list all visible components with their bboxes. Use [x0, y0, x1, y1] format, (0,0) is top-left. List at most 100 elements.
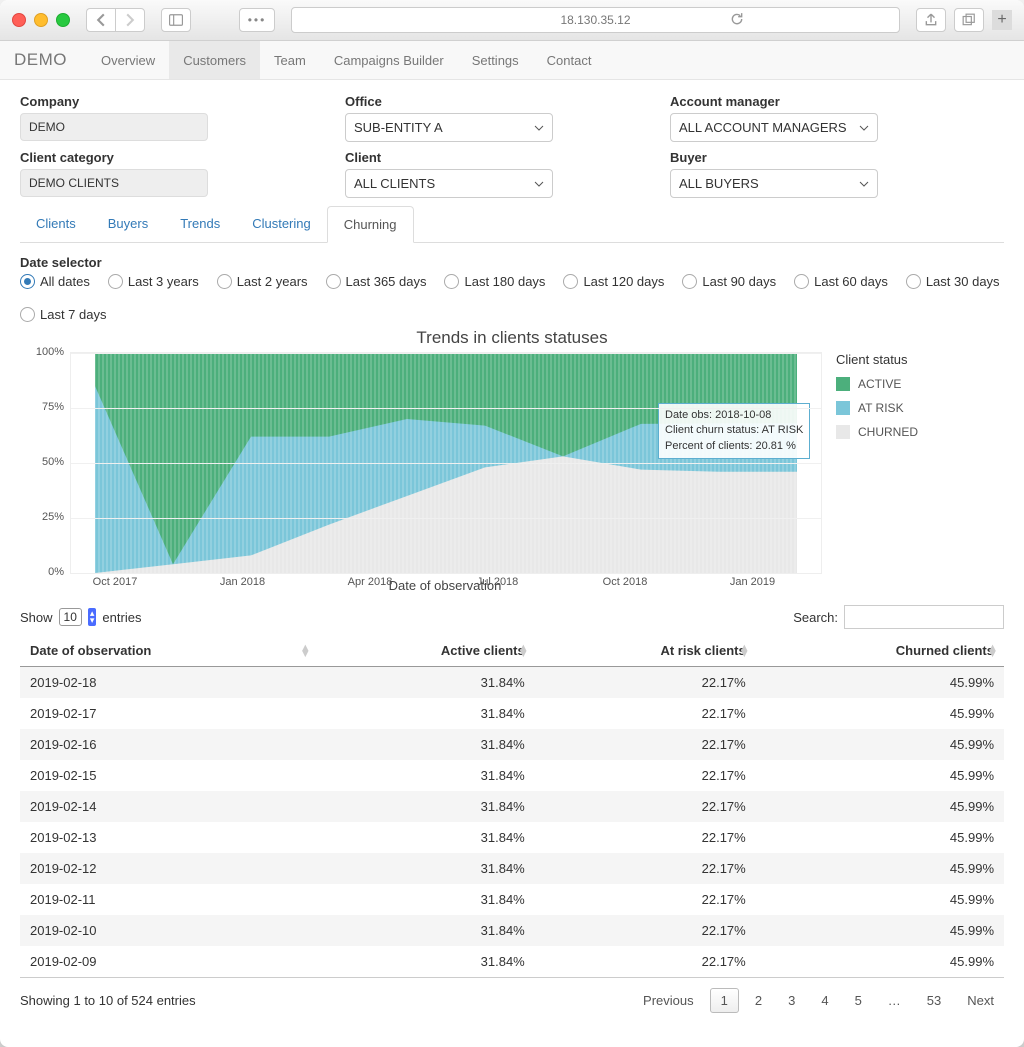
table-row: 2019-02-1631.84%22.17%45.99% — [20, 729, 1004, 760]
x-tick: Jul 2018 — [477, 576, 519, 588]
nav-customers[interactable]: Customers — [169, 41, 260, 79]
chevron-down-icon — [859, 179, 869, 189]
page-3[interactable]: 3 — [778, 989, 805, 1012]
radio-icon — [20, 307, 35, 322]
buyer-select[interactable]: ALL BUYERS — [670, 169, 878, 198]
page-next[interactable]: Next — [957, 989, 1004, 1012]
radio-icon — [563, 274, 578, 289]
window-controls — [12, 13, 70, 27]
acctmgr-select[interactable]: ALL ACCOUNT MANAGERS — [670, 113, 878, 142]
buyer-label: Buyer — [670, 150, 965, 165]
table-row: 2019-02-0931.84%22.17%45.99% — [20, 946, 1004, 977]
page-1[interactable]: 1 — [710, 988, 739, 1013]
radio-last-30-days[interactable]: Last 30 days — [906, 274, 1000, 289]
page-53[interactable]: 53 — [917, 989, 951, 1012]
col-date-of-observation[interactable]: Date of observation▲▼ — [20, 635, 317, 667]
pager: Previous12345…53Next — [633, 988, 1004, 1013]
page-5[interactable]: 5 — [845, 989, 872, 1012]
category-label: Client category — [20, 150, 315, 165]
chart-tooltip: Date obs: 2018-10-08 Client churn status… — [658, 403, 810, 459]
new-tab-button[interactable]: + — [992, 10, 1012, 30]
radio-last-7-days[interactable]: Last 7 days — [20, 307, 107, 322]
office-select[interactable]: SUB-ENTITY A — [345, 113, 553, 142]
reload-icon[interactable] — [730, 12, 744, 26]
radio-last-60-days[interactable]: Last 60 days — [794, 274, 888, 289]
data-table: Date of observation▲▼Active clients▲▼At … — [20, 635, 1004, 977]
radio-icon — [794, 274, 809, 289]
search-input[interactable] — [844, 605, 1004, 629]
tab-clients[interactable]: Clients — [20, 206, 92, 242]
back-button[interactable] — [86, 8, 115, 32]
page-previous[interactable]: Previous — [633, 989, 704, 1012]
sidebar-button[interactable] — [161, 8, 191, 32]
legend-swatch-icon — [836, 377, 850, 391]
sub-tabs: ClientsBuyersTrendsClusteringChurning — [20, 206, 1004, 243]
radio-last-2-years[interactable]: Last 2 years — [217, 274, 308, 289]
client-select[interactable]: ALL CLIENTS — [345, 169, 553, 198]
entries-suffix: entries — [102, 610, 141, 625]
nav-team[interactable]: Team — [260, 41, 320, 79]
radio-icon — [682, 274, 697, 289]
share-button[interactable] — [916, 8, 946, 32]
y-tick: 75% — [20, 401, 64, 413]
maximize-icon[interactable] — [56, 13, 70, 27]
y-tick: 25% — [20, 511, 64, 523]
nav-campaigns-builder[interactable]: Campaigns Builder — [320, 41, 458, 79]
col-at-risk-clients[interactable]: At risk clients▲▼ — [535, 635, 756, 667]
entries-stepper-icon[interactable]: ▴▾ — [88, 608, 97, 626]
forward-button[interactable] — [115, 8, 145, 32]
legend-item-active[interactable]: ACTIVE — [836, 377, 966, 391]
legend-item-churned[interactable]: CHURNED — [836, 425, 966, 439]
titlebar: ••• 18.130.35.12 + — [0, 0, 1024, 41]
page-content: Company DEMO Office SUB-ENTITY A Account… — [0, 80, 1024, 1047]
nav-overview[interactable]: Overview — [87, 41, 169, 79]
radio-last-3-years[interactable]: Last 3 years — [108, 274, 199, 289]
radio-last-180-days[interactable]: Last 180 days — [444, 274, 545, 289]
page-4[interactable]: 4 — [811, 989, 838, 1012]
radio-icon — [108, 274, 123, 289]
table-row: 2019-02-1431.84%22.17%45.99% — [20, 791, 1004, 822]
tab-clustering[interactable]: Clustering — [236, 206, 327, 242]
tab-buyers[interactable]: Buyers — [92, 206, 164, 242]
x-tick: Jan 2018 — [220, 576, 265, 588]
y-tick: 0% — [20, 566, 64, 578]
radio-all-dates[interactable]: All dates — [20, 274, 90, 289]
chevron-down-icon — [859, 123, 869, 133]
radio-last-90-days[interactable]: Last 90 days — [682, 274, 776, 289]
legend-title: Client status — [836, 352, 966, 367]
date-selector-label: Date selector — [20, 255, 1004, 270]
x-tick: Oct 2017 — [93, 576, 138, 588]
filter-row-2: Client category DEMO CLIENTS Client ALL … — [20, 150, 1004, 198]
x-tick: Oct 2018 — [603, 576, 648, 588]
radio-icon — [906, 274, 921, 289]
x-axis-label: Date of observation — [70, 578, 820, 593]
x-tick: Apr 2018 — [348, 576, 393, 588]
table-footer: Showing 1 to 10 of 524 entries Previous1… — [20, 977, 1004, 1033]
legend-item-at-risk[interactable]: AT RISK — [836, 401, 966, 415]
extensions-button[interactable]: ••• — [239, 8, 275, 32]
tabs-button[interactable] — [954, 8, 984, 32]
minimize-icon[interactable] — [34, 13, 48, 27]
table-row: 2019-02-1131.84%22.17%45.99% — [20, 884, 1004, 915]
chart-legend: Client status ACTIVE AT RISK CHURNED — [836, 352, 966, 449]
col-active-clients[interactable]: Active clients▲▼ — [317, 635, 535, 667]
entries-select[interactable]: 10 — [59, 608, 82, 626]
url-bar[interactable]: 18.130.35.12 — [291, 7, 900, 33]
radio-last-365-days[interactable]: Last 365 days — [326, 274, 427, 289]
table-row: 2019-02-1331.84%22.17%45.99% — [20, 822, 1004, 853]
col-churned-clients[interactable]: Churned clients▲▼ — [756, 635, 1004, 667]
show-label: Show — [20, 610, 53, 625]
table-row: 2019-02-1531.84%22.17%45.99% — [20, 760, 1004, 791]
table-row: 2019-02-1031.84%22.17%45.99% — [20, 915, 1004, 946]
chart-plot[interactable]: Percent of clients Date obs: 2018-10-08 … — [20, 352, 822, 593]
tab-trends[interactable]: Trends — [164, 206, 236, 242]
office-label: Office — [345, 94, 640, 109]
date-selector-radios: All dates Last 3 years Last 2 years Last 36… — [20, 274, 1004, 322]
radio-last-120-days[interactable]: Last 120 days — [563, 274, 664, 289]
nav-contact[interactable]: Contact — [533, 41, 606, 79]
tab-churning[interactable]: Churning — [327, 206, 414, 243]
page-2[interactable]: 2 — [745, 989, 772, 1012]
search-label: Search: — [793, 610, 838, 625]
close-icon[interactable] — [12, 13, 26, 27]
nav-settings[interactable]: Settings — [458, 41, 533, 79]
